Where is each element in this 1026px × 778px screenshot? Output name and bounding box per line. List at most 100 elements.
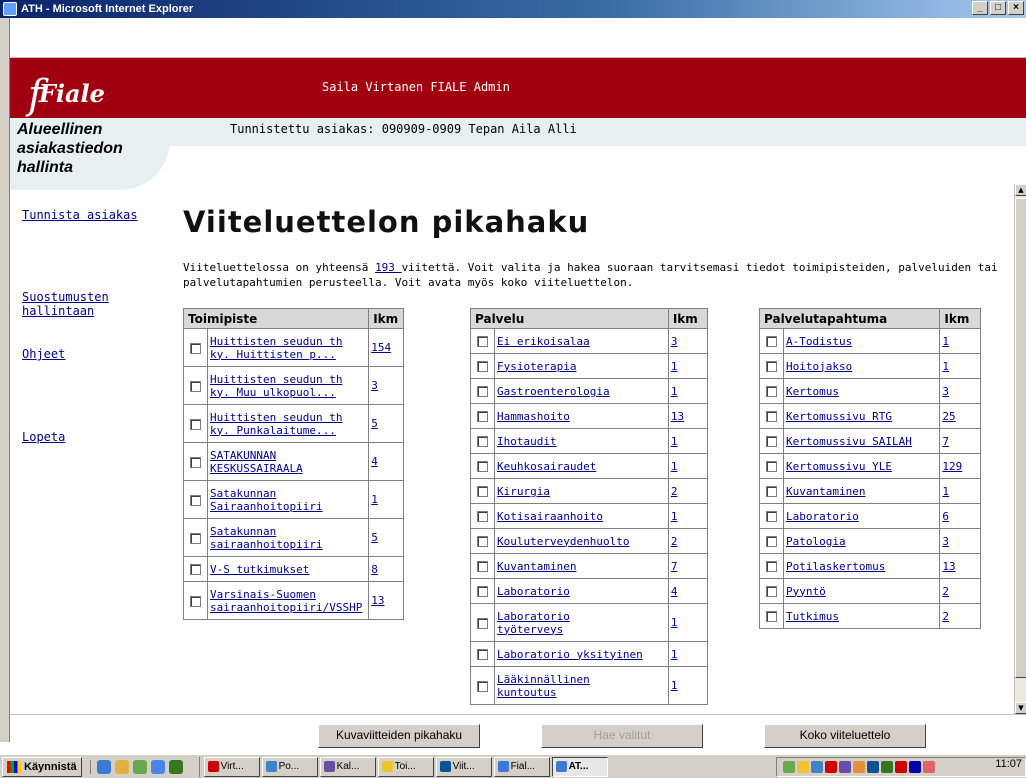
count-link[interactable]: 13: [671, 410, 684, 423]
count-link[interactable]: 1: [671, 360, 678, 373]
count-link[interactable]: 2: [942, 585, 949, 598]
row-checkbox[interactable]: [190, 456, 201, 468]
language-indicator-icon[interactable]: [909, 761, 921, 773]
row-checkbox[interactable]: [477, 680, 488, 692]
count-link[interactable]: 3: [371, 379, 378, 392]
count-link[interactable]: 13: [371, 594, 384, 607]
item-link[interactable]: Satakunnan Sairaanhoitopiiri: [210, 487, 323, 513]
fetch-selected-button[interactable]: Hae valitut: [541, 724, 703, 748]
tray-icon[interactable]: [783, 761, 795, 773]
row-checkbox[interactable]: [477, 486, 488, 497]
count-link[interactable]: 25: [942, 410, 955, 423]
item-link[interactable]: Ei erikoisalaa: [497, 335, 590, 348]
row-checkbox[interactable]: [190, 595, 201, 607]
row-checkbox[interactable]: [766, 586, 777, 597]
count-link[interactable]: 3: [671, 335, 678, 348]
row-checkbox[interactable]: [766, 461, 777, 472]
nav-help[interactable]: Ohjeet: [22, 347, 65, 361]
row-checkbox[interactable]: [190, 342, 201, 354]
count-link[interactable]: 1: [671, 616, 678, 629]
tray-icon[interactable]: [811, 761, 823, 773]
total-count-link[interactable]: 193: [375, 261, 402, 274]
row-checkbox[interactable]: [477, 649, 488, 660]
row-checkbox[interactable]: [477, 436, 488, 447]
taskbar-button[interactable]: Viit...: [435, 756, 492, 777]
count-link[interactable]: 1: [671, 648, 678, 661]
scroll-thumb[interactable]: [1015, 198, 1026, 678]
tray-icon[interactable]: [895, 761, 907, 773]
count-link[interactable]: 8: [371, 563, 378, 576]
item-link[interactable]: Laboratorio yksityinen: [497, 648, 643, 661]
count-link[interactable]: 6: [942, 510, 949, 523]
row-checkbox[interactable]: [477, 536, 488, 547]
row-checkbox[interactable]: [190, 380, 201, 392]
row-checkbox[interactable]: [477, 561, 488, 572]
count-link[interactable]: 5: [371, 531, 378, 544]
item-link[interactable]: Laboratorio työterveys: [497, 610, 570, 636]
count-link[interactable]: 5: [371, 417, 378, 430]
item-link[interactable]: A-Todistus: [786, 335, 852, 348]
nav-logout[interactable]: Lopeta: [22, 430, 65, 444]
count-link[interactable]: 1: [671, 510, 678, 523]
item-link[interactable]: V-S tutkimukset: [210, 563, 309, 576]
close-button[interactable]: ×: [1008, 1, 1024, 15]
tray-icon[interactable]: [839, 761, 851, 773]
minimize-button[interactable]: _: [972, 1, 988, 15]
item-link[interactable]: Huittisten seudun th ky. Muu ulkopuol...: [210, 373, 342, 399]
row-checkbox[interactable]: [766, 561, 777, 572]
row-checkbox[interactable]: [190, 532, 201, 544]
count-link[interactable]: 1: [942, 485, 949, 498]
taskbar-button[interactable]: Fial...: [493, 756, 550, 777]
row-checkbox[interactable]: [477, 386, 488, 397]
tree-quicklaunch-icon[interactable]: [168, 759, 183, 774]
item-link[interactable]: SATAKUNNAN KESKUSSAIRAALA: [210, 449, 303, 475]
tray-icon[interactable]: [853, 761, 865, 773]
count-link[interactable]: 3: [942, 385, 949, 398]
item-link[interactable]: Keuhkosairaudet: [497, 460, 596, 473]
item-link[interactable]: Pyyntö: [786, 585, 826, 598]
item-link[interactable]: Kertomussivu RTG: [786, 410, 892, 423]
item-link[interactable]: Kuvantaminen: [497, 560, 576, 573]
item-link[interactable]: Kotisairaanhoito: [497, 510, 603, 523]
row-checkbox[interactable]: [190, 564, 201, 575]
item-link[interactable]: Potilaskertomus: [786, 560, 885, 573]
count-link[interactable]: 7: [942, 435, 949, 448]
item-link[interactable]: Lääkinnällinen kuntoutus: [497, 673, 590, 699]
count-link[interactable]: 4: [671, 585, 678, 598]
taskbar-button[interactable]: Kal...: [319, 756, 376, 777]
count-link[interactable]: 1: [671, 460, 678, 473]
tray-icon[interactable]: [867, 761, 879, 773]
row-checkbox[interactable]: [477, 411, 488, 422]
media-quicklaunch-icon[interactable]: [150, 759, 165, 774]
vertical-scrollbar[interactable]: ▲ ▼: [1014, 184, 1026, 714]
item-link[interactable]: Fysioterapia: [497, 360, 576, 373]
row-checkbox[interactable]: [766, 611, 777, 622]
row-checkbox[interactable]: [190, 494, 201, 506]
count-link[interactable]: 154: [371, 341, 391, 354]
taskbar-button[interactable]: Toi...: [377, 756, 434, 777]
scroll-up-icon[interactable]: ▲: [1015, 184, 1026, 196]
item-link[interactable]: Satakunnan sairaanhoitopiiri: [210, 525, 323, 551]
item-link[interactable]: Varsinais-Suomen sairaanhoitopiiri/VSSHP: [210, 588, 362, 614]
row-checkbox[interactable]: [766, 486, 777, 497]
count-link[interactable]: 129: [942, 460, 962, 473]
start-button[interactable]: Käynnistä: [2, 756, 82, 777]
count-link[interactable]: 1: [371, 493, 378, 506]
item-link[interactable]: Kouluterveydenhuolto: [497, 535, 629, 548]
item-link[interactable]: Huittisten seudun th ky. Punkalaitume...: [210, 411, 342, 437]
item-link[interactable]: Laboratorio: [497, 585, 570, 598]
desktop-quicklaunch-icon[interactable]: [114, 759, 129, 774]
item-link[interactable]: Laboratorio: [786, 510, 859, 523]
row-checkbox[interactable]: [477, 586, 488, 597]
item-link[interactable]: Kertomus: [786, 385, 839, 398]
image-quick-search-button[interactable]: Kuvaviitteiden pikahaku: [318, 724, 480, 748]
ie-quicklaunch-icon[interactable]: [96, 759, 111, 774]
count-link[interactable]: 1: [671, 679, 678, 692]
taskbar-button[interactable]: AT...: [551, 756, 608, 777]
item-link[interactable]: Huittisten seudun th ky. Huittisten p...: [210, 335, 342, 361]
count-link[interactable]: 1: [942, 335, 949, 348]
count-link[interactable]: 4: [371, 455, 378, 468]
full-list-button[interactable]: Koko viiteluettelo: [764, 724, 926, 748]
tray-icon[interactable]: [881, 761, 893, 773]
row-checkbox[interactable]: [766, 511, 777, 522]
